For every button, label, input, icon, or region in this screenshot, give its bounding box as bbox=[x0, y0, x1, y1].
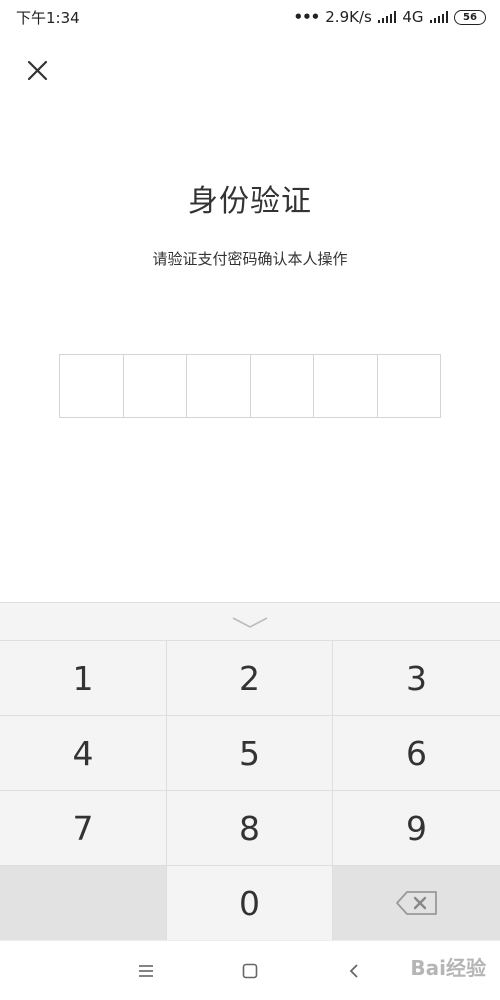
back-button[interactable] bbox=[342, 959, 366, 983]
key-9[interactable]: 9 bbox=[333, 791, 500, 866]
more-dots-icon: ••• bbox=[293, 8, 321, 26]
status-indicators: ••• 2.9K/s 4G 56 bbox=[293, 8, 486, 26]
home-square-icon bbox=[242, 963, 258, 979]
key-1[interactable]: 1 bbox=[0, 641, 167, 716]
chevron-left-icon bbox=[349, 964, 358, 978]
keyboard-grid: 1 2 3 4 5 6 7 8 9 0 bbox=[0, 641, 500, 941]
status-time: 下午1:34 bbox=[16, 8, 80, 27]
menu-button[interactable] bbox=[134, 959, 158, 983]
close-icon bbox=[27, 60, 48, 81]
battery-level: 56 bbox=[463, 11, 477, 23]
pin-cell bbox=[187, 355, 251, 417]
pin-cell bbox=[378, 355, 441, 417]
key-5[interactable]: 5 bbox=[167, 716, 333, 791]
key-blank bbox=[0, 866, 167, 941]
backspace-button[interactable] bbox=[333, 866, 500, 941]
key-8[interactable]: 8 bbox=[167, 791, 333, 866]
menu-icon bbox=[139, 965, 153, 977]
pin-cell bbox=[314, 355, 378, 417]
pin-cell bbox=[60, 355, 124, 417]
pin-cell bbox=[251, 355, 314, 417]
keyboard-collapse-button[interactable] bbox=[0, 603, 500, 641]
signal-icon-2 bbox=[429, 11, 448, 23]
network-type: 4G bbox=[402, 8, 424, 26]
battery-icon: 56 bbox=[454, 9, 486, 25]
key-0[interactable]: 0 bbox=[167, 866, 333, 941]
pin-input[interactable] bbox=[59, 354, 441, 418]
chevron-down-icon bbox=[232, 616, 268, 628]
backspace-icon bbox=[395, 891, 437, 915]
key-4[interactable]: 4 bbox=[0, 716, 167, 791]
network-speed: 2.9K/s bbox=[325, 8, 372, 26]
key-7[interactable]: 7 bbox=[0, 791, 167, 866]
watermark: Bai经验 bbox=[410, 956, 486, 980]
signal-icon bbox=[377, 11, 397, 23]
key-3[interactable]: 3 bbox=[333, 641, 500, 716]
status-bar: 下午1:34 ••• 2.9K/s 4G 56 bbox=[0, 0, 500, 34]
page-subtitle: 请验证支付密码确认本人操作 bbox=[152, 250, 348, 268]
close-button[interactable] bbox=[22, 56, 54, 88]
home-button[interactable] bbox=[238, 959, 262, 983]
key-2[interactable]: 2 bbox=[167, 641, 333, 716]
pin-cell bbox=[124, 355, 187, 417]
key-6[interactable]: 6 bbox=[333, 716, 500, 791]
numeric-keyboard: 1 2 3 4 5 6 7 8 9 0 bbox=[0, 602, 500, 941]
page-title: 身份验证 bbox=[188, 184, 312, 219]
